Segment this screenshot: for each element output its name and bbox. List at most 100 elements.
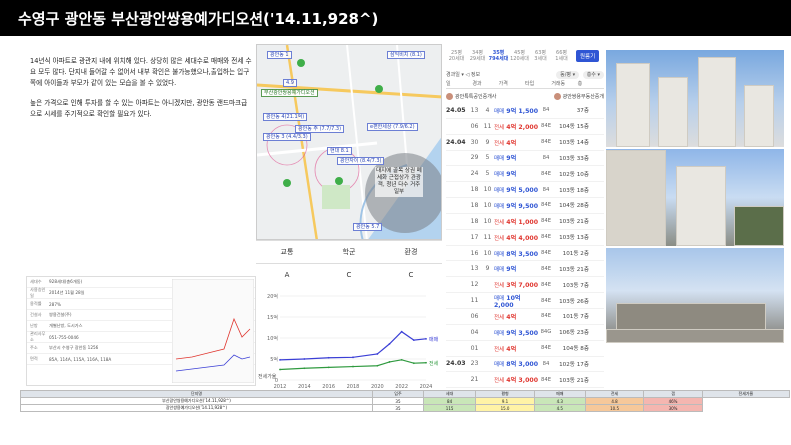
summary-header: 세대 — [422, 390, 477, 398]
agent[interactable]: 광안특특공인중개사 — [446, 92, 496, 100]
trade-kind: 매매 — [494, 172, 505, 179]
trade-type: 84E — [540, 202, 552, 209]
trade-amount: 9억 1,500 — [506, 107, 539, 115]
grade-table: 교통 학군 환경 A C C — [256, 240, 442, 287]
trade-row[interactable]: 24 5 매매 9억 84E 102동 10층 — [446, 166, 604, 183]
trade-row[interactable]: 13 9 매매 9억 84E 103동 21층 — [446, 261, 604, 278]
agent[interactable]: 광안쌍용부동산중개 — [553, 92, 604, 100]
trade-dong-floor: 103동 21층 — [553, 376, 589, 384]
trade-type: 84E — [540, 345, 552, 352]
size-tab[interactable]: 34평 29세대 — [467, 50, 488, 62]
trade-dong: 101동 — [562, 314, 579, 321]
trade-floor: 13층 — [576, 235, 589, 242]
agent-name: 광안쌍용부동산중개 — [562, 93, 604, 100]
summary-table: 단지명 입주 세대 평형 매매 전세 갭 전세가율 부산광안쌍용예가디오션(’14.11,928… — [20, 390, 791, 412]
map-pin[interactable]: 부산광안쌍용예가디오션 — [261, 89, 318, 97]
trade-row[interactable]: 18 10 매매 9억 5,000 84 103동 18층 — [446, 182, 604, 199]
trade-elapsed: 5 — [485, 170, 490, 178]
trade-type: 84G — [540, 329, 552, 336]
map-pin[interactable]: 현대 8.1 — [327, 147, 352, 155]
trade-row[interactable]: 11 매매 10억 2,000 84E 103동 26층 — [446, 293, 604, 309]
map-pin[interactable]: 광안동 4(21.1억) — [263, 113, 308, 121]
size-tab[interactable]: 25평 20세대 — [446, 50, 467, 62]
map-pin[interactable]: 광안동 주 (7.7/7.3) — [295, 125, 345, 133]
size-tab[interactable]: 66평 1세대 — [551, 50, 572, 62]
map-pin[interactable]: 광안자이 (8.4/7.3) — [337, 157, 385, 165]
summary-cell: 30% — [643, 404, 703, 412]
trade-row[interactable]: 24.05 13 4 매매 9억 1,500 84 37층 — [446, 103, 604, 119]
trade-row[interactable]: 04 매매 9억 3,500 84G 106동 23층 — [446, 325, 604, 341]
trade-price: 매매 9억 9,500 — [494, 201, 539, 210]
trade-floor: 15층 — [576, 124, 589, 131]
map-pin[interactable]: e편한세상 (7.9/6.2) — [367, 123, 418, 131]
filter-bar: 경과일 ▾ ◁ 정보 동/평 ▾ 층수 ▾ — [446, 68, 604, 80]
info-key: 사용승인일 — [30, 287, 46, 298]
filter-chip[interactable]: 동/평 ▾ — [556, 70, 580, 79]
trade-price: 매매 9억 5,000 — [494, 185, 539, 194]
trade-floor: 26층 — [576, 298, 589, 305]
trade-day: 18 — [470, 201, 479, 209]
trade-floor: 21층 — [576, 377, 589, 384]
info-key: 관리사무소 — [30, 331, 46, 342]
trade-kind: 매매 — [494, 156, 505, 163]
size-filter-button[interactable]: 원룸기 — [576, 50, 600, 62]
trade-date: 24.04 — [446, 138, 466, 146]
map-view[interactable]: 광안동 1 4.9 부산광안쌍용예가디오션 광안동 4(21.1억) 광안동 주… — [256, 44, 442, 240]
filter-left[interactable]: 경과일 ▾ ◁ 정보 — [446, 71, 480, 78]
trade-dong: 106동 — [559, 330, 575, 337]
trade-price: 매매 9억 — [494, 169, 539, 178]
trade-row[interactable]: 06 전세 4억 84E 101동 7층 — [446, 309, 604, 325]
map-canvas — [257, 45, 441, 239]
series-line — [279, 330, 427, 361]
trade-type: 84E — [540, 139, 552, 146]
filter-chip[interactable]: 층수 ▾ — [582, 70, 604, 79]
map-pin[interactable]: 삼익비치 (8.1) — [387, 51, 425, 59]
trade-dong: 103동 — [559, 266, 575, 273]
trade-row[interactable]: 16 10 매매 8억 3,500 84E 101동 2층 — [446, 246, 604, 262]
trade-row[interactable]: 21 전세 4억 3,000 84E 103동 21층 — [446, 372, 604, 389]
trade-amount: 9억 — [506, 155, 517, 163]
size-tab[interactable]: 35평 794세대 — [488, 50, 509, 62]
trade-price: 전세 4억 — [494, 312, 539, 321]
trade-amount: 9억 3,500 — [506, 329, 539, 337]
trade-floor: 10층 — [576, 171, 589, 178]
trade-day: 18 — [470, 217, 479, 225]
map-pin[interactable]: 광안동 1 — [267, 51, 292, 59]
photo-trees — [734, 206, 784, 246]
size-tab[interactable]: 63평 3세대 — [530, 50, 551, 62]
trade-row[interactable]: 24.04 30 9 전세 4억 84E 103동 14층 — [446, 135, 604, 151]
series-point — [376, 364, 379, 367]
trade-row[interactable]: 12 전세 3억 7,000 84E 103동 7층 — [446, 277, 604, 294]
trade-dong: 103동 — [559, 187, 575, 194]
summary-cell: 4.3 — [533, 397, 586, 405]
trade-price: 전세 4억 — [494, 344, 539, 353]
trade-kind: 전세 — [494, 124, 505, 131]
size-tab[interactable]: 45평 120세대 — [509, 50, 530, 62]
series-label: 전세 — [429, 360, 439, 367]
trade-price: 매매 10억 2,000 — [494, 293, 539, 309]
trade-row[interactable]: 18 10 매매 9억 9,500 84E 104동 28층 — [446, 198, 604, 214]
trade-dong: 104동 — [559, 124, 575, 131]
trade-row[interactable]: 24.03 23 매매 8억 3,000 84 102동 17층 — [446, 357, 604, 373]
y-tick-label: 15억 — [267, 314, 278, 321]
map-pin[interactable]: 광안동 3 (4.4/3.3) — [263, 133, 311, 141]
trade-column-header: 거래동 — [551, 81, 566, 87]
trade-row[interactable]: 29 5 매매 9억 84 103동 33층 — [446, 151, 604, 167]
trade-row[interactable]: 01 전세 4억 84E 104동 8층 — [446, 341, 604, 357]
trade-price: 전세 4억 2,000 — [494, 122, 539, 131]
trade-column-header: 가격 — [498, 81, 508, 87]
map-pin[interactable]: 광안동 5.7 — [353, 223, 383, 231]
title-bar: 수영구 광안동 부산광안쌍용예가디오션('14.11,928^) — [0, 0, 791, 36]
trade-table-header: 일 경과 가격 타입 거래동 층 — [446, 80, 604, 89]
trade-dong-floor: 37층 — [553, 106, 589, 114]
trade-amount: 4억 2,000 — [506, 123, 539, 131]
trade-row[interactable]: 17 11 전세 4억 4,000 84E 103동 13층 — [446, 230, 604, 246]
map-pin[interactable]: 4.9 — [283, 79, 297, 87]
photo-street — [606, 149, 784, 246]
grade-header: 교통 — [256, 240, 318, 264]
trade-day: 11 — [470, 297, 479, 305]
trade-floor: 14층 — [576, 140, 589, 147]
trade-row[interactable]: 18 10 전세 4억 1,000 84E 103동 21층 — [446, 214, 604, 230]
trade-row[interactable]: 06 11 전세 4억 2,000 84E 104동 15층 — [446, 119, 604, 135]
photo-tower — [658, 77, 688, 147]
